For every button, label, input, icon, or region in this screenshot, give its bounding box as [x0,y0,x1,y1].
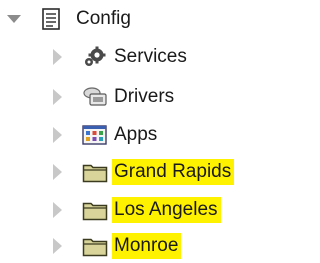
tree-node-label: Config [76,8,131,29]
tree-node-drivers[interactable]: Drivers [50,80,177,114]
folder-icon [82,161,108,183]
gear-services-icon [82,46,108,68]
tree-node-config[interactable]: Config [6,2,134,36]
collapse-arrow-icon[interactable] [50,49,66,65]
folder-icon [82,199,108,221]
collapse-arrow-icon[interactable] [50,202,66,218]
tree-node-label: Apps [114,124,158,145]
drivers-icon [82,86,108,108]
collapse-arrow-icon[interactable] [50,89,66,105]
config-document-icon [40,8,66,30]
config-tree: Config Services Drivers Apps Grand Rapid… [0,0,262,263]
collapse-arrow-icon[interactable] [50,164,66,180]
tree-node-monroe[interactable]: Monroe [50,229,182,263]
collapse-arrow-icon[interactable] [50,238,66,254]
apps-grid-icon [82,124,108,146]
tree-node-label: Monroe [112,233,182,259]
tree-node-los-angeles[interactable]: Los Angeles [50,193,221,227]
tree-node-label: Los Angeles [112,197,221,223]
tree-node-label: Drivers [114,86,175,107]
folder-icon [82,235,108,257]
tree-node-grand-rapids[interactable]: Grand Rapids [50,155,235,189]
tree-node-services[interactable]: Services [50,40,190,74]
tree-node-label: Services [114,46,187,67]
tree-node-apps[interactable]: Apps [50,118,160,152]
collapse-arrow-icon[interactable] [50,127,66,143]
expand-arrow-icon[interactable] [6,11,22,27]
tree-node-label: Grand Rapids [112,159,235,185]
